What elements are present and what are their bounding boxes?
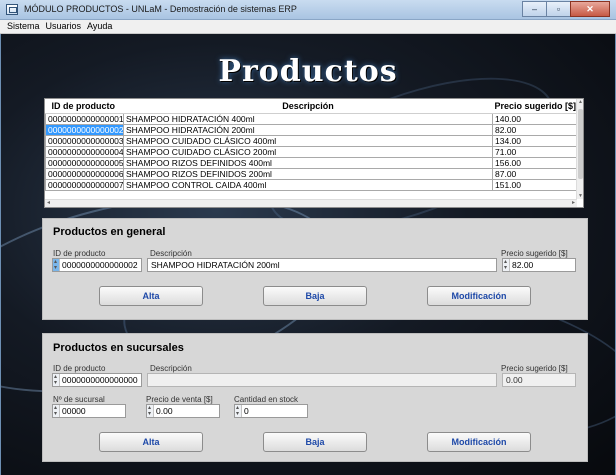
cell-id[interactable]: 0000000000000004 [45,145,124,158]
cell-id[interactable]: 0000000000000005 [45,156,124,169]
general-products-panel: Productos en general ID de producto 0000… [42,218,588,320]
window-titlebar[interactable]: MÓDULO PRODUCTOS - UNLaM - Demostración … [0,0,616,20]
sale-price-spinner-icon[interactable] [147,405,154,417]
cell-id[interactable]: 0000000000000003 [45,134,124,147]
minimize-button[interactable]: ‒ [522,1,547,17]
cell-price[interactable]: 87.00 [492,167,579,180]
branch-id-value: 0000000000000000 [62,375,138,385]
cell-price[interactable]: 134.00 [492,134,579,147]
table-row[interactable]: 0000000000000006 SHAMPOO RIZOS DEFINIDOS… [45,167,579,180]
general-description-label: Descripción [150,249,192,258]
price-spinner-icon[interactable] [503,259,510,271]
scroll-right-arrow-icon[interactable]: ▸ [572,199,575,206]
general-modificacion-button[interactable]: Modificación [427,286,531,306]
branch-price-field: 0.00 [502,373,576,387]
table-row[interactable]: 0000000000000007 SHAMPOO CONTROL CAIDA 4… [45,178,579,191]
table-row[interactable]: 0000000000000003 SHAMPOO CUIDADO CLÁSICO… [45,134,579,147]
general-price-label: Precio sugerido [$] [501,249,568,258]
general-id-field[interactable]: 0000000000000002 [52,258,142,272]
menu-bar: Sistema Usuarios Ayuda [0,20,616,34]
sale-price-value: 0.00 [156,406,173,416]
table-row[interactable]: 0000000000000002 SHAMPOO HIDRATACIÓN 200… [45,123,579,136]
sale-price-label: Precio de venta [$] [146,395,213,404]
cell-id[interactable]: 0000000000000001 [45,112,124,125]
menu-usuarios[interactable]: Usuarios [43,20,85,33]
stock-label: Cantidad en stock [234,395,299,404]
maximize-button[interactable]: ▫ [546,1,571,17]
cell-description[interactable]: SHAMPOO HIDRATACIÓN 200ml [123,123,493,136]
cell-description[interactable]: SHAMPOO CONTROL CAIDA 400ml [123,178,493,191]
close-button[interactable]: ✕ [570,1,610,17]
branch-modificacion-button[interactable]: Modificación [427,432,531,452]
cell-price[interactable]: 82.00 [492,123,579,136]
branch-baja-button[interactable]: Baja [263,432,367,452]
menu-ayuda[interactable]: Ayuda [84,20,115,33]
sale-price-field[interactable]: 0.00 [146,404,220,418]
id-spinner-icon[interactable] [53,374,60,386]
table-header-row: ID de producto Descripción Precio sugeri… [45,99,579,114]
general-id-label: ID de producto [53,249,106,258]
grid-vertical-scrollbar[interactable]: ▲ ▼ [576,99,583,199]
stock-value: 0 [244,406,249,416]
cell-description[interactable]: SHAMPOO RIZOS DEFINIDOS 400ml [123,156,493,169]
general-baja-button[interactable]: Baja [263,286,367,306]
window-controls: ‒ ▫ ✕ [522,1,610,17]
general-price-field[interactable]: 82.00 [502,258,576,272]
scroll-down-arrow-icon[interactable]: ▼ [578,193,583,199]
general-description-field[interactable]: SHAMPOO HIDRATACIÓN 200ml [147,258,497,272]
cell-id[interactable]: 0000000000000007 [45,178,124,191]
cell-price[interactable]: 151.00 [492,178,579,191]
products-grid[interactable]: ID de producto Descripción Precio sugeri… [44,98,584,208]
column-header-id[interactable]: ID de producto [45,99,124,114]
branch-price-label: Precio sugerido [$] [501,364,568,373]
cell-id[interactable]: 0000000000000002 [45,123,124,136]
branch-panel-title: Productos en sucursales [53,342,184,354]
general-panel-title: Productos en general [53,226,166,238]
window-title: MÓDULO PRODUCTOS - UNLaM - Demostración … [24,4,297,14]
general-id-value: 0000000000000002 [62,260,138,270]
cell-description[interactable]: SHAMPOO CUIDADO CLÁSICO 200ml [123,145,493,158]
products-table: ID de producto Descripción Precio sugeri… [45,99,579,191]
general-price-value: 82.00 [512,260,534,270]
cell-description[interactable]: SHAMPOO RIZOS DEFINIDOS 200ml [123,167,493,180]
scroll-left-arrow-icon[interactable]: ◂ [47,199,50,206]
grid-horizontal-scrollbar[interactable]: ◂ ▸ [45,199,577,207]
branch-number-label: Nº de sucursal [53,395,105,404]
cell-price[interactable]: 140.00 [492,112,579,125]
branch-products-panel: Productos en sucursales ID de producto 0… [42,333,588,462]
table-row[interactable]: 0000000000000001 SHAMPOO HIDRATACIÓN 400… [45,112,579,125]
app-window-icon [6,4,18,15]
stock-spinner-icon[interactable] [235,405,242,417]
cell-price[interactable]: 71.00 [492,145,579,158]
stock-field[interactable]: 0 [234,404,308,418]
branch-alta-button[interactable]: Alta [99,432,203,452]
general-alta-button[interactable]: Alta [99,286,203,306]
cell-description[interactable]: SHAMPOO CUIDADO CLÁSICO 400ml [123,134,493,147]
column-header-description[interactable]: Descripción [123,99,493,114]
branch-spinner-icon[interactable] [53,405,60,417]
column-header-price[interactable]: Precio sugerido [$] [492,99,579,114]
id-spinner-icon[interactable] [53,259,60,271]
cell-description[interactable]: SHAMPOO HIDRATACIÓN 400ml [123,112,493,125]
page-title: Productos [218,54,398,89]
branch-description-label: Descripción [150,364,192,373]
branch-number-field[interactable]: 00000 [52,404,126,418]
branch-id-field[interactable]: 0000000000000000 [52,373,142,387]
cell-price[interactable]: 156.00 [492,156,579,169]
branch-id-label: ID de producto [53,364,106,373]
scroll-thumb[interactable] [578,109,583,179]
cell-id[interactable]: 0000000000000006 [45,167,124,180]
table-row[interactable]: 0000000000000005 SHAMPOO RIZOS DEFINIDOS… [45,156,579,169]
menu-sistema[interactable]: Sistema [4,20,43,33]
branch-number-value: 00000 [62,406,86,416]
table-row[interactable]: 0000000000000004 SHAMPOO CUIDADO CLÁSICO… [45,145,579,158]
branch-description-field [147,373,497,387]
scroll-up-arrow-icon[interactable]: ▲ [578,99,583,105]
